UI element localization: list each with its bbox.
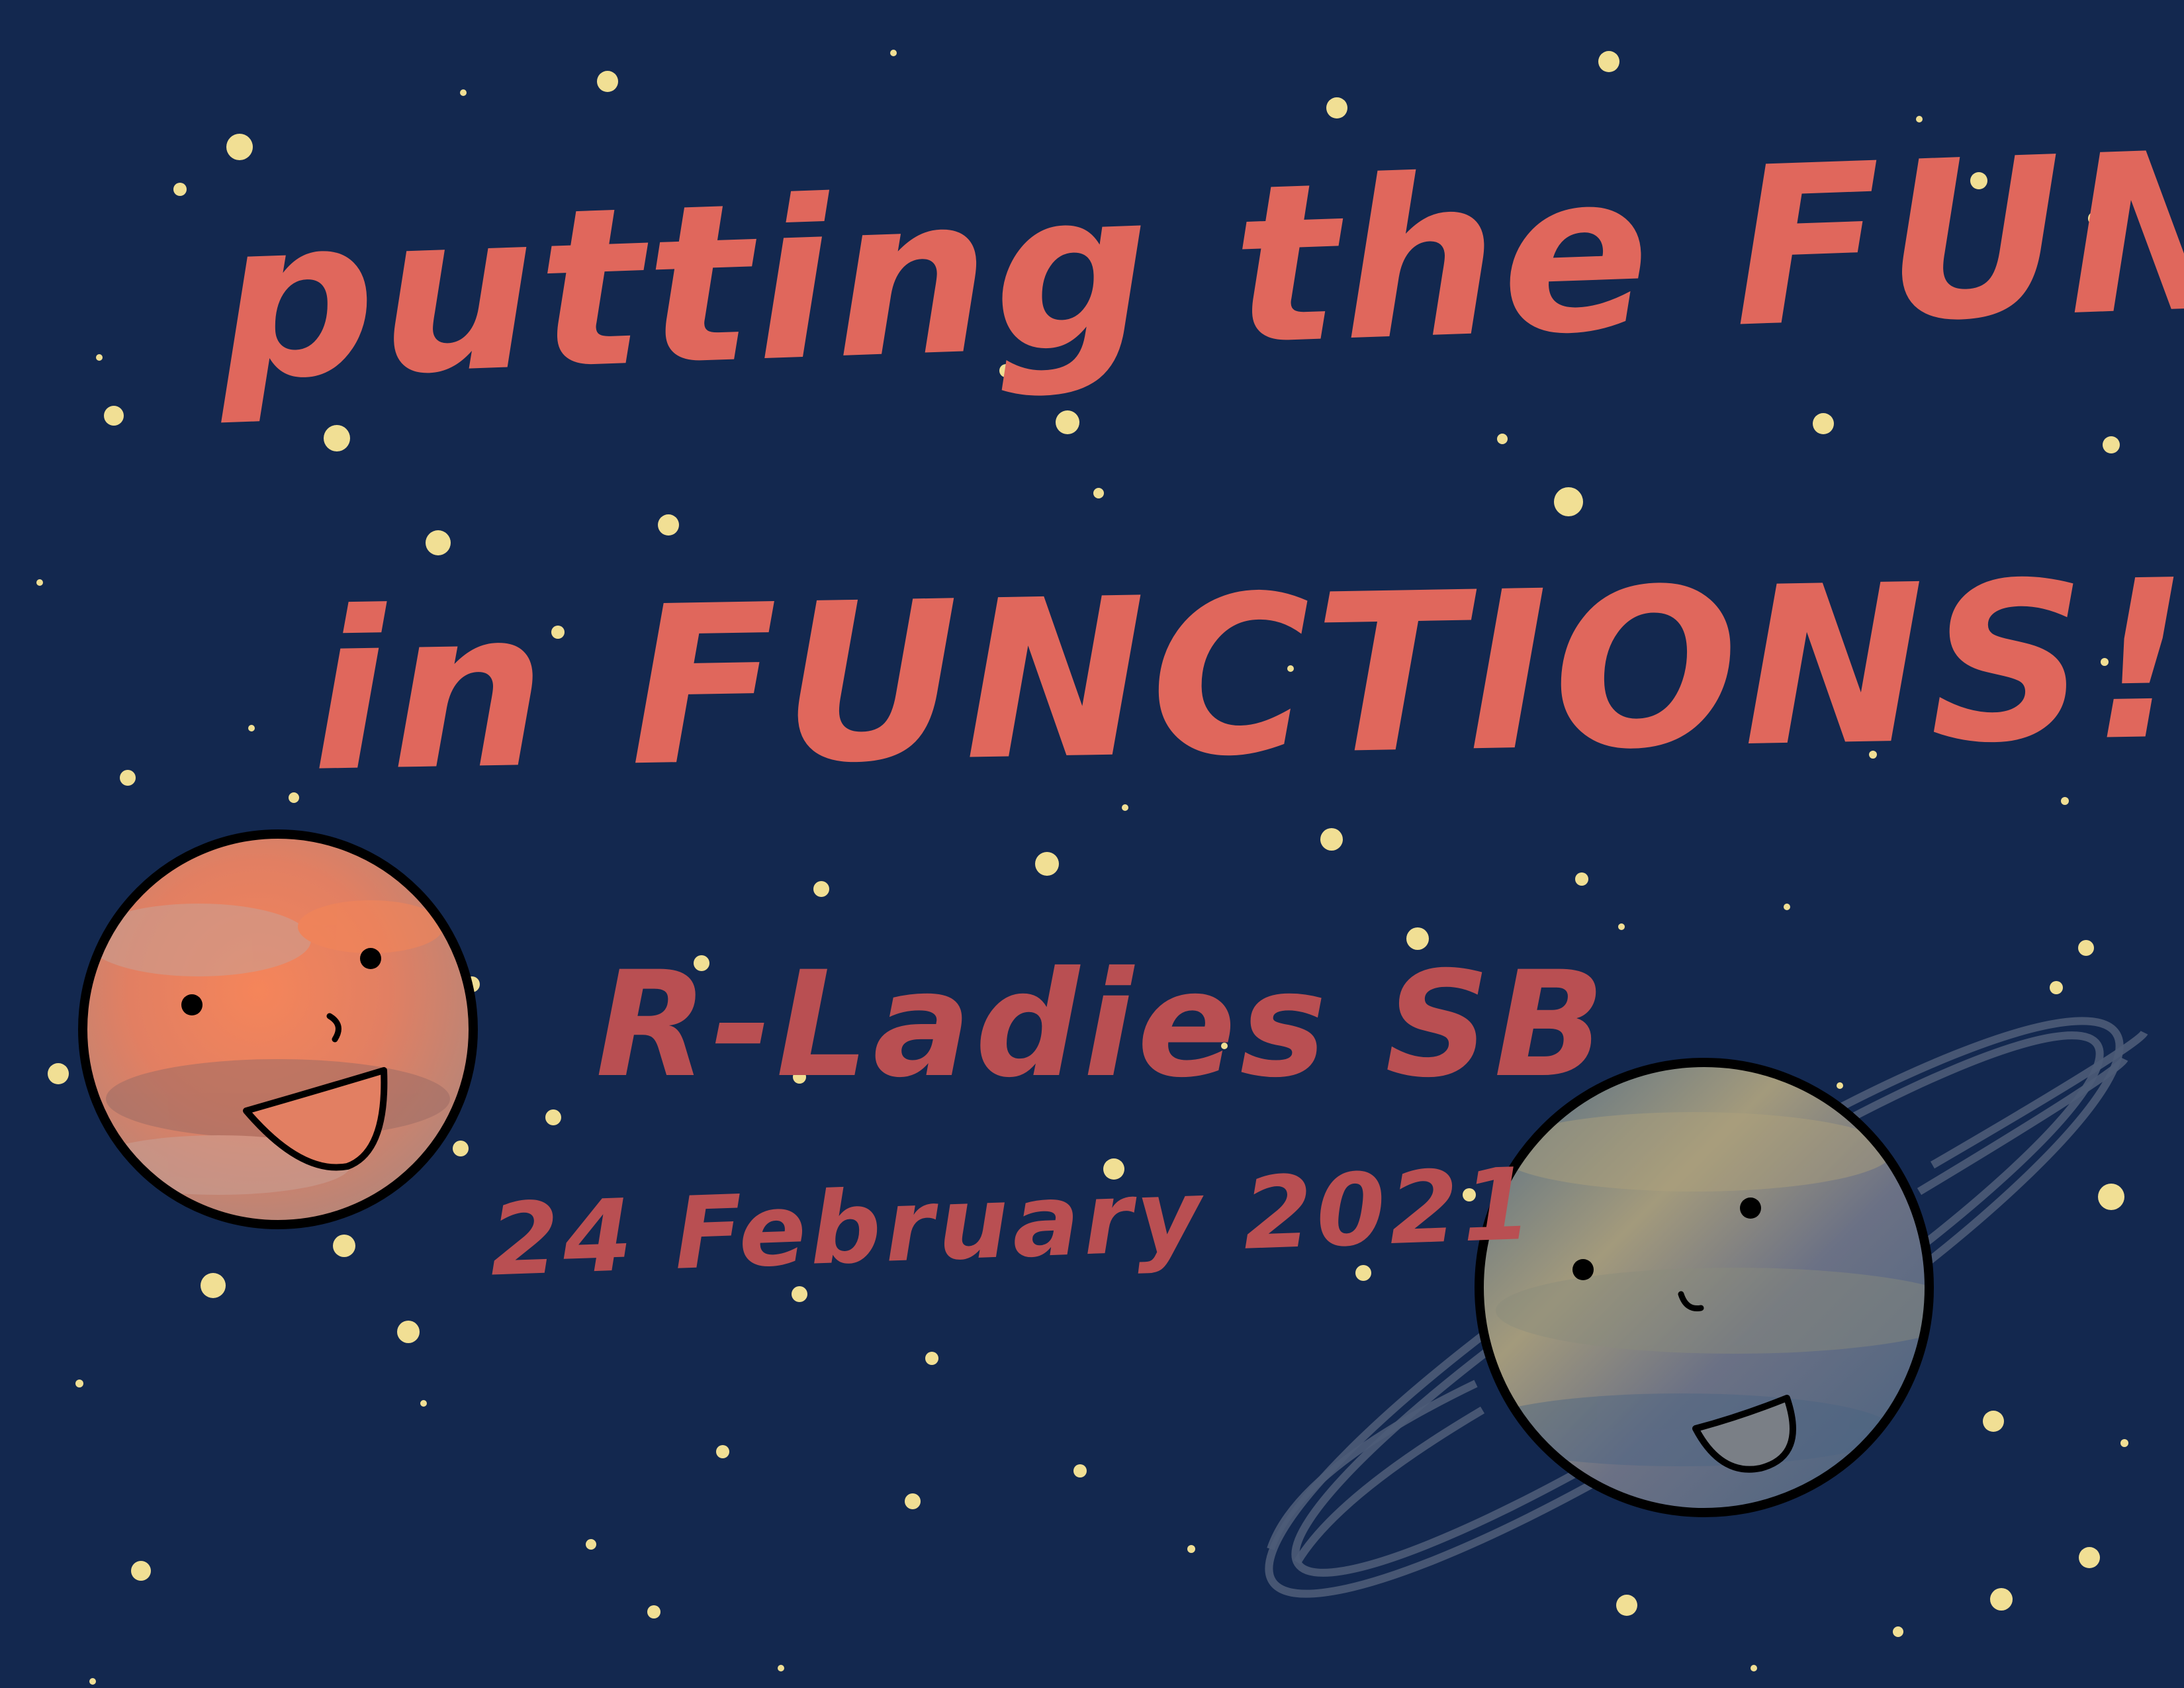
- star-icon: [201, 1273, 226, 1298]
- star-icon: [104, 406, 124, 426]
- star-icon: [2079, 1547, 2100, 1568]
- star-icon: [1893, 1626, 1903, 1637]
- star-icon: [324, 425, 350, 451]
- star-icon: [1598, 51, 1619, 72]
- star-icon: [289, 792, 299, 803]
- star-icon: [1073, 1464, 1087, 1477]
- star-icon: [226, 134, 253, 160]
- star-icon: [890, 50, 897, 56]
- star-icon: [1575, 872, 1588, 886]
- star-icon: [1035, 852, 1059, 876]
- star-icon: [131, 1561, 151, 1581]
- star-icon: [426, 530, 451, 555]
- star-icon: [778, 1665, 784, 1671]
- star-icon: [597, 71, 618, 92]
- star-icon: [1990, 1588, 2013, 1611]
- star-icon: [36, 579, 43, 586]
- star-icon: [905, 1493, 921, 1509]
- star-icon: [96, 354, 103, 361]
- star-icon: [792, 1286, 807, 1302]
- star-icon: [2120, 1439, 2128, 1447]
- title-line-2: in FUNCTIONS!: [308, 533, 2184, 820]
- star-icon: [2098, 1184, 2124, 1210]
- star-icon: [658, 514, 679, 536]
- mars-right-eye: [360, 948, 381, 969]
- star-icon: [453, 1141, 469, 1156]
- star-icon: [2061, 797, 2069, 805]
- star-icon: [1784, 904, 1790, 910]
- saturn-left-eye: [1572, 1259, 1594, 1280]
- star-icon: [2078, 940, 2094, 956]
- mars-left-eye: [181, 994, 203, 1015]
- star-icon: [48, 1063, 69, 1084]
- star-icon: [925, 1352, 938, 1365]
- star-icon: [397, 1321, 420, 1343]
- star-icon: [173, 183, 187, 196]
- star-icon: [586, 1539, 596, 1550]
- star-icon: [1751, 1665, 1757, 1671]
- mars-planet-icon: [78, 829, 478, 1229]
- star-icon: [1618, 923, 1625, 930]
- star-icon: [120, 770, 136, 786]
- star-icon: [1983, 1411, 2004, 1432]
- star-icon: [89, 1678, 96, 1685]
- star-icon: [1497, 434, 1508, 444]
- star-icon: [545, 1109, 561, 1125]
- star-icon: [1187, 1545, 1195, 1553]
- star-icon: [1320, 828, 1343, 851]
- star-icon: [1616, 1595, 1637, 1616]
- star-icon: [716, 1445, 729, 1458]
- star-icon: [1093, 488, 1104, 498]
- star-icon: [333, 1235, 355, 1257]
- star-icon: [2103, 436, 2120, 453]
- subtitle: R-Ladies SB: [596, 940, 1610, 1109]
- saturn-right-eye: [1740, 1197, 1761, 1219]
- star-icon: [1554, 487, 1583, 516]
- star-icon: [1326, 97, 1347, 118]
- star-icon: [248, 725, 255, 731]
- star-icon: [1813, 413, 1834, 434]
- star-icon: [2050, 981, 2063, 994]
- star-icon: [1837, 1082, 1843, 1089]
- star-icon: [460, 89, 467, 96]
- star-icon: [420, 1400, 427, 1407]
- star-icon: [1056, 410, 1079, 434]
- star-icon: [813, 881, 829, 897]
- star-icon: [75, 1380, 83, 1387]
- star-icon: [647, 1605, 660, 1618]
